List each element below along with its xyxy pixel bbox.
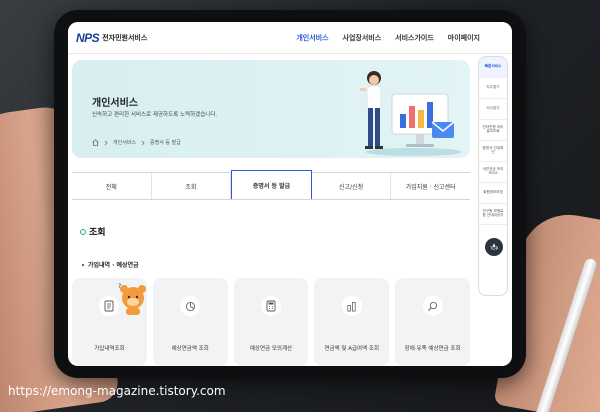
breadcrumb-item[interactable]: 개인서비스 [113,139,136,146]
quick-menu-item[interactable]: 증명서 진위확인 [479,141,507,162]
magnifier-icon [422,296,443,316]
service-card-list: ? 가입내역조회 예상연금액 조회 예상연금 모의계산 연금액 및 A급여액 조… [72,278,470,366]
site-header: NPS 전자민원서비스 개인서비스 사업장서비스 서비스가이드 마이페이지 [68,22,512,54]
hero-illustration [360,71,462,156]
quick-menu-item[interactable]: 서식찾기 [479,99,507,120]
card-label: 장애·유족 예상연금 조회 [404,346,461,352]
card-expected-pension[interactable]: 예상연금액 조회 [152,278,228,366]
hero-banner: 개인서비스 신속하고 편리한 서비스로 제공하도록 노력하겠습니다. 개인서비스… [72,60,470,158]
card-label: 예상연금액 조회 [171,346,209,352]
bullet-icon [82,263,84,266]
page-title: 개인서비스 [92,98,138,109]
card-label: 예상연금 모의계산 [249,346,293,352]
card-enrollment-history[interactable]: ? 가입내역조회 [72,278,147,366]
quick-menu-item[interactable]: 회원정보보호 [479,183,507,204]
bar-chart-icon [341,296,362,316]
nav-business-service[interactable]: 사업장서비스 [343,33,382,43]
section-title-text: 조회 [89,228,106,238]
chevron-right-icon [104,140,108,145]
card-pension-simulation[interactable]: 예상연금 모의계산 [233,278,309,366]
scroll-top-button[interactable]: ▲ TOP [485,238,503,256]
logo-text: 전자민원서비스 [102,34,148,42]
watermark-url: https://emong-magazine.tistory.com [8,384,226,398]
quick-menu-item[interactable]: 전자민원 처리결과조회 [479,120,507,141]
circle-bullet-icon [80,228,86,235]
nav-personal-service[interactable]: 개인서비스 [296,33,328,43]
tab-certificate-issuance[interactable]: 증명서 등 발급 [231,170,312,199]
document-icon [99,296,120,316]
top-label: TOP [489,246,498,251]
quick-menu-item[interactable]: 연구원 보험료 등 안내대상자 [479,204,507,225]
nps-logo[interactable]: NPS 전자민원서비스 [76,31,147,45]
tab-inquiry[interactable]: 조회 [152,173,232,199]
nav-service-guide[interactable]: 서비스가이드 [395,33,434,43]
card-disability-survivor-pension[interactable]: 장애·유족 예상연금 조회 [395,278,470,366]
breadcrumb-item[interactable]: 증명서 등 발급 [150,139,181,146]
chevron-right-icon [141,140,145,145]
tab-report-application[interactable]: 신고/신청 [312,173,392,199]
main-navigation: 개인서비스 사업장서비스 서비스가이드 마이페이지 [296,33,480,43]
quick-menu-item[interactable]: 자주찾기 [479,78,507,99]
category-tabs: 전체 조회 증명서 등 발급 신고/신청 가입지원 · 신고센터 [72,170,470,200]
section-title: 조회 [80,225,106,238]
subsection-title: 가입내역 · 예상연금 [82,260,139,269]
pie-chart-icon [180,296,201,316]
tab-all[interactable]: 전체 [72,173,152,199]
tablet-device: NPS 전자민원서비스 개인서비스 사업장서비스 서비스가이드 마이페이지 개인… [54,10,526,378]
subsection-title-text: 가입내역 · 예상연금 [88,262,139,269]
card-pension-amount[interactable]: 연금액 및 A급여액 조회 [314,278,390,366]
tab-enrollment-support[interactable]: 가입지원 · 신고센터 [391,173,470,199]
svg-text:?: ? [118,283,121,290]
breadcrumb: 개인서비스 증명서 등 발급 [92,139,181,146]
home-icon[interactable] [92,139,99,146]
card-label: 연금액 및 A급여액 조회 [324,346,380,352]
nav-my-page[interactable]: 마이페이지 [448,33,480,43]
quick-menu-item[interactable]: 빠른서비스 [479,57,507,78]
quick-menu-item[interactable]: 국민연금 모의서비스 [479,162,507,183]
calculator-icon [260,296,281,316]
card-label: 가입내역조회 [94,346,125,352]
logo-mark: NPS [76,31,100,45]
page-description: 신속하고 편리한 서비스로 제공하도록 노력하겠습니다. [92,112,218,118]
mascot-character: ? [118,283,146,315]
quick-menu: 빠른서비스 자주찾기 서식찾기 전자민원 처리결과조회 증명서 진위확인 국민연… [478,56,508,296]
tablet-screen: NPS 전자민원서비스 개인서비스 사업장서비스 서비스가이드 마이페이지 개인… [68,22,512,366]
